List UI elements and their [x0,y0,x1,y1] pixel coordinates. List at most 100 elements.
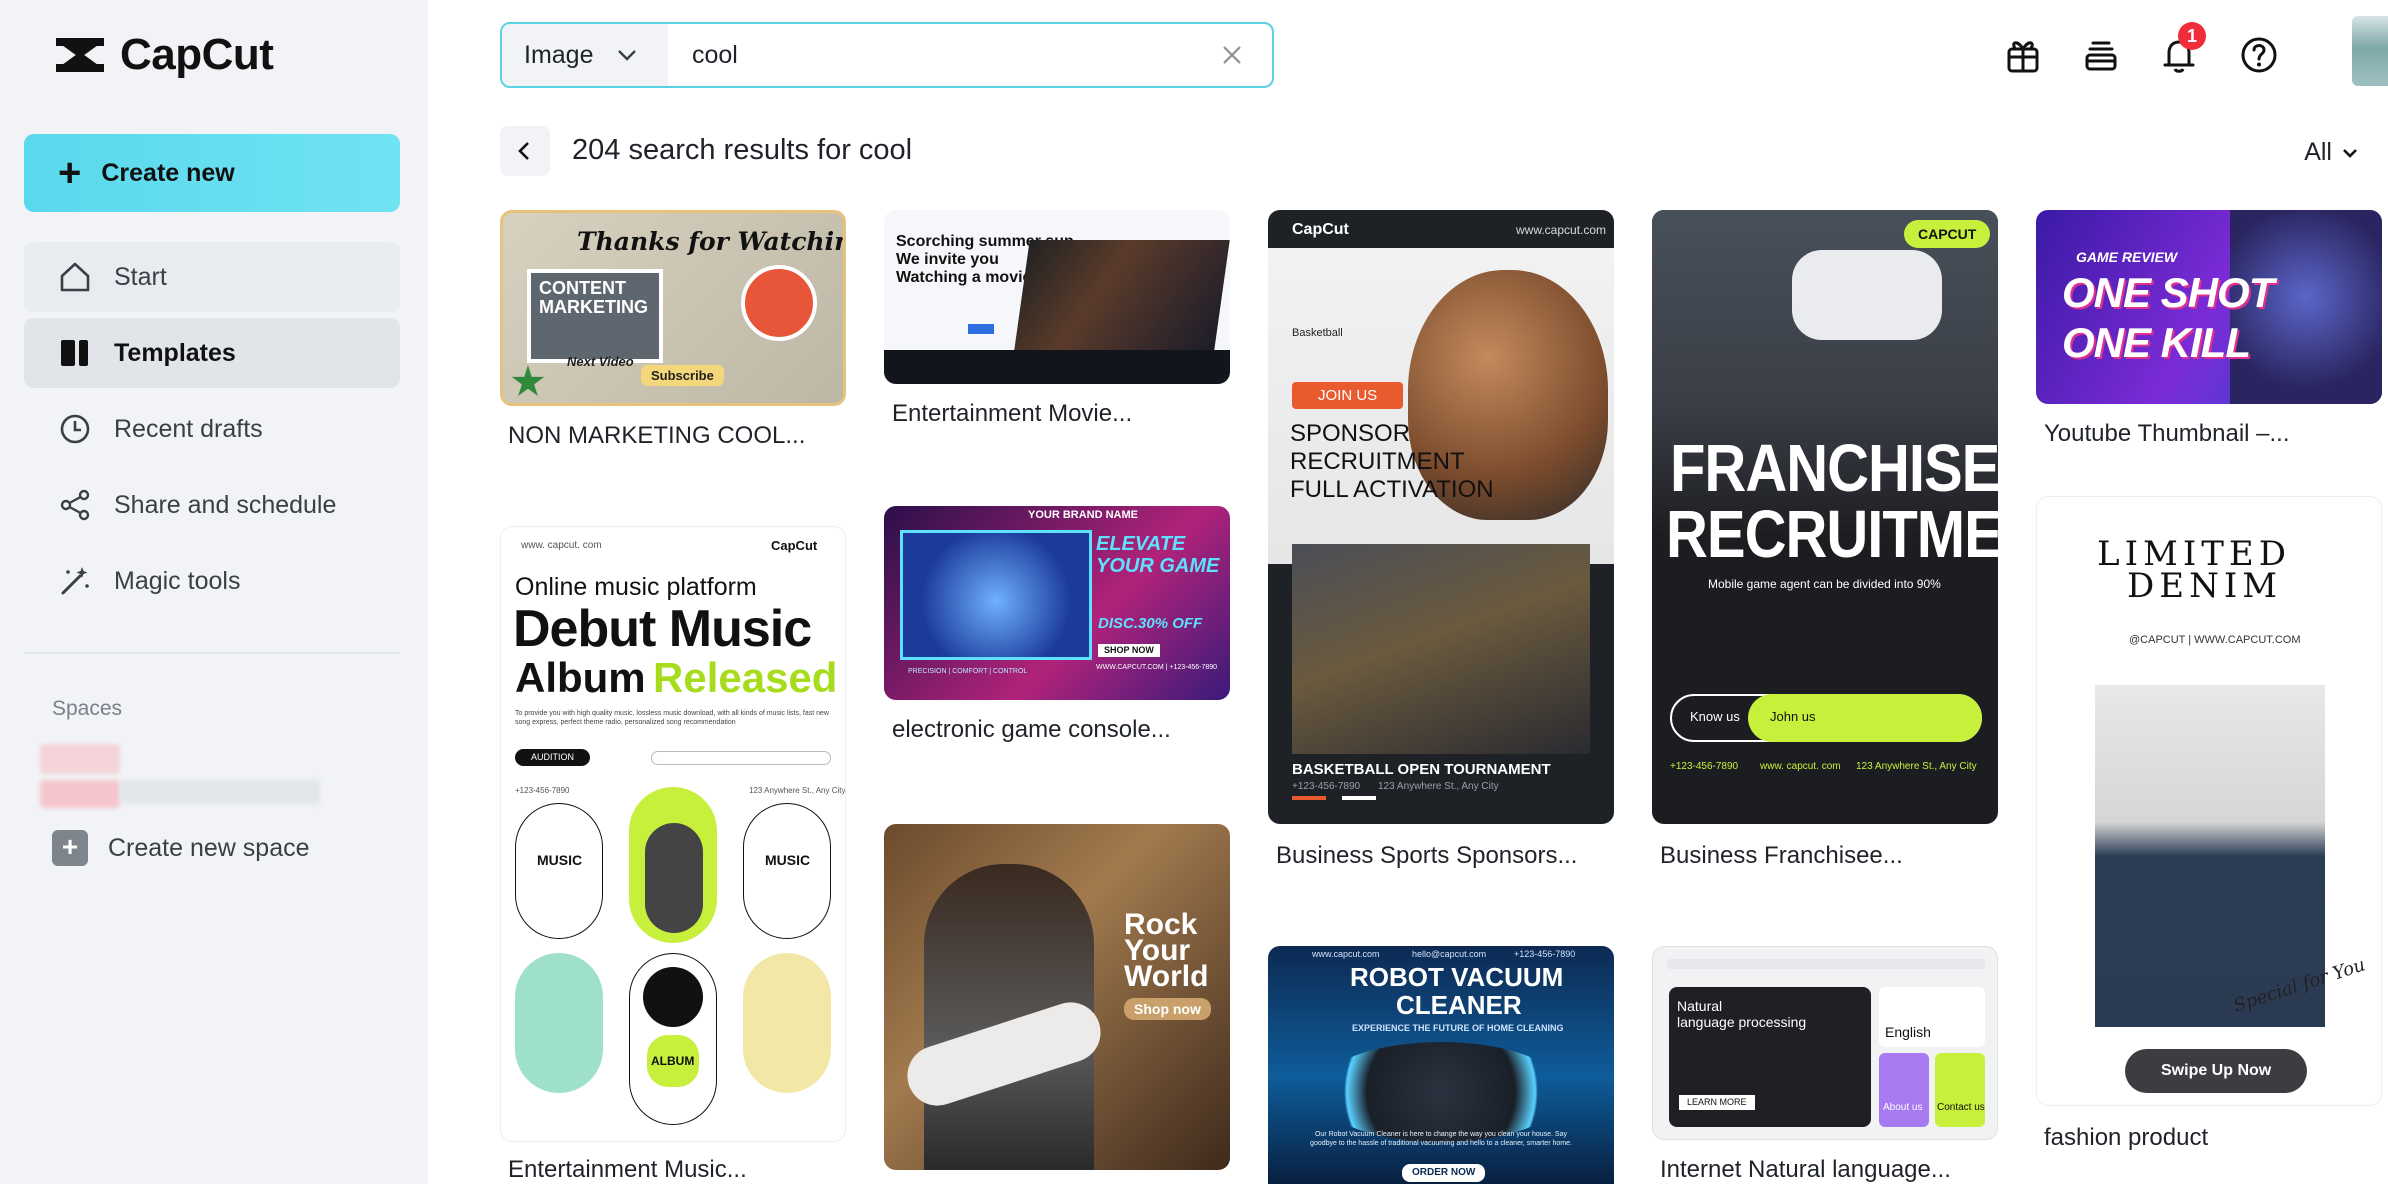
sidebar-item-start[interactable]: Start [24,242,400,312]
clear-search-button[interactable] [1212,35,1252,75]
magic-wand-icon [58,564,92,598]
capcut-logo[interactable]: CapCut [52,30,274,80]
thumb-shape [743,953,831,1093]
thumb-text: www.capcut.com [1516,223,1607,237]
thumb-text: SPONSOR [1290,420,1411,447]
sidebar: CapCut + Create new Start Templates Rece… [0,0,428,1184]
thumb-text: ORDER NOW [1402,1164,1486,1182]
template-card[interactable]: Thanks for Watching CONTENT MARKETING Ne… [500,210,846,450]
thumb-text: MUSIC [537,852,583,868]
search-type-dropdown[interactable]: Image [502,24,668,86]
thumb-vr-headset [1792,250,1942,340]
thumb-text: 123 Anywhere St., Any City [1378,781,1499,792]
template-caption: Youtube Thumbnail –... [2044,420,2290,447]
template-caption: Internet Natural language... [1660,1156,1951,1183]
thumb-text: About us [1883,1102,1923,1113]
thumb-button [968,324,994,334]
thumb-shape [743,803,831,939]
sidebar-item-share-and-schedule[interactable]: Share and schedule [24,470,400,540]
template-thumbnail: CapCut www.capcut.com Basketball JOIN US… [1268,210,1614,824]
template-card[interactable]: CapCut www.capcut.com Basketball JOIN US… [1268,210,1614,870]
template-card[interactable]: www.capcut.com hello@capcut.com +123-456… [1268,946,1614,1184]
help-button[interactable] [2232,28,2286,82]
create-new-space-label: Create new space [108,833,310,862]
thumb-text: +123-456-7890 [515,786,570,795]
thumb-text: +123-456-7890 [1670,761,1739,772]
thumb-audio-wave [651,751,831,765]
template-card[interactable]: Scorching summer sun We invite you Watch… [884,210,1230,428]
thumb-text: JOIN US [1292,382,1404,409]
clock-icon [58,412,92,446]
template-caption: fashion product [2044,1124,2209,1151]
user-avatar[interactable] [2352,16,2388,86]
thumb-bar [1292,796,1326,800]
results-title: 204 search results for cool [572,134,913,166]
template-thumbnail: GAME REVIEW ONE SHOT ONE KILL [2036,210,2382,404]
template-card[interactable]: GAME REVIEW ONE SHOT ONE KILL Youtube Th… [2036,210,2382,450]
create-new-button[interactable]: + Create new [24,134,400,212]
thumb-text: CONTENT MARKETING [539,278,648,317]
stack-button[interactable] [2074,28,2128,82]
create-new-space-button[interactable]: + Create new space [52,830,310,866]
thumb-controller [900,530,1092,660]
search-bar: Image [500,22,1274,88]
template-caption: Business Sports Sponsors... [1276,842,1578,869]
thumb-text: DISC.30% OFF [1098,615,1203,632]
thumb-text: ELEVATE [1096,533,1186,555]
thumb-text: ONE KILL [2062,319,2251,366]
template-card[interactable]: www. capcut. com CapCut Online music pla… [500,526,846,1184]
thumb-shape [515,953,603,1093]
back-button[interactable] [500,126,550,176]
template-thumbnail: www.capcut.com hello@capcut.com +123-456… [1268,946,1614,1184]
template-card[interactable]: Natural language processing LEARN MORE E… [1652,946,1998,1184]
thumb-text: ONE SHOT [2062,269,2274,316]
gift-icon [2007,41,2039,73]
thumb-text: +123-456-7890 [1292,781,1361,792]
home-icon [58,260,92,294]
plus-icon: + [52,830,88,866]
thumb-robot-vacuum [1316,1042,1566,1142]
space-item-blurred[interactable] [40,740,320,810]
filter-dropdown[interactable]: All [2304,138,2360,167]
stack-icon [2085,41,2117,71]
sidebar-item-templates[interactable]: Templates [24,318,400,388]
sidebar-item-label: Magic tools [114,566,241,595]
star-shape [511,365,545,396]
help-icon [2241,37,2277,73]
thumb-text: hello@capcut.com [1412,949,1487,959]
thumb-text: AUDITION [515,749,591,766]
template-card[interactable]: LIMITED DENIM @CAPCUT | WWW.CAPCUT.COM S… [2036,496,2382,1156]
sidebar-item-label: Start [114,262,167,291]
thumb-text: Album [515,654,646,701]
thumb-text: Basketball [1292,327,1343,339]
thumb-text: Natural [1677,998,1723,1014]
notification-badge: 1 [2178,22,2206,50]
thumb-text: Subscribe [641,365,724,386]
search-input[interactable] [668,25,1212,85]
sidebar-item-magic-tools[interactable]: Magic tools [24,546,400,616]
thumb-text: www. capcut. com [521,540,602,551]
template-caption: Business Franchisee... [1660,842,1903,869]
thumb-text: RECRUITMENT [1666,497,1998,573]
thumb-text: CLEANER [1396,990,1522,1020]
thumb-text: To provide you with high quality music, … [515,710,829,727]
template-card[interactable]: CAPCUT FRANCHISEE RECRUITMENT Mobile gam… [1652,210,1998,870]
thumb-text: Contact us [1937,1102,1985,1113]
spaces-heading: Spaces [52,697,123,720]
thumb-text: DENIM [2127,566,2283,606]
template-card[interactable]: YOUR BRAND NAME ELEVATE YOUR GAME DISC.3… [884,506,1230,752]
notifications-button[interactable]: 1 [2152,22,2206,82]
thumb-text: www. capcut. com [1760,761,1841,772]
thumb-text: FULL ACTIVATION [1290,476,1494,503]
thumb-text: CapCut [771,538,818,553]
thumb-portrait [741,265,817,341]
gift-button[interactable] [1996,28,2050,82]
template-thumbnail: www. capcut. com CapCut Online music pla… [500,526,846,1142]
template-caption: Entertainment Music... [508,1156,747,1183]
thumb-text: We invite you [896,251,999,268]
thumb-text: 123 Anywhere St., Any City [1856,761,1977,772]
thumb-navbar [1667,959,1985,969]
template-card[interactable]: Rock Your World Shop now [884,824,1230,1174]
thumb-text: 123 Anywhere St., Any City [749,786,846,795]
sidebar-item-recent-drafts[interactable]: Recent drafts [24,394,400,464]
